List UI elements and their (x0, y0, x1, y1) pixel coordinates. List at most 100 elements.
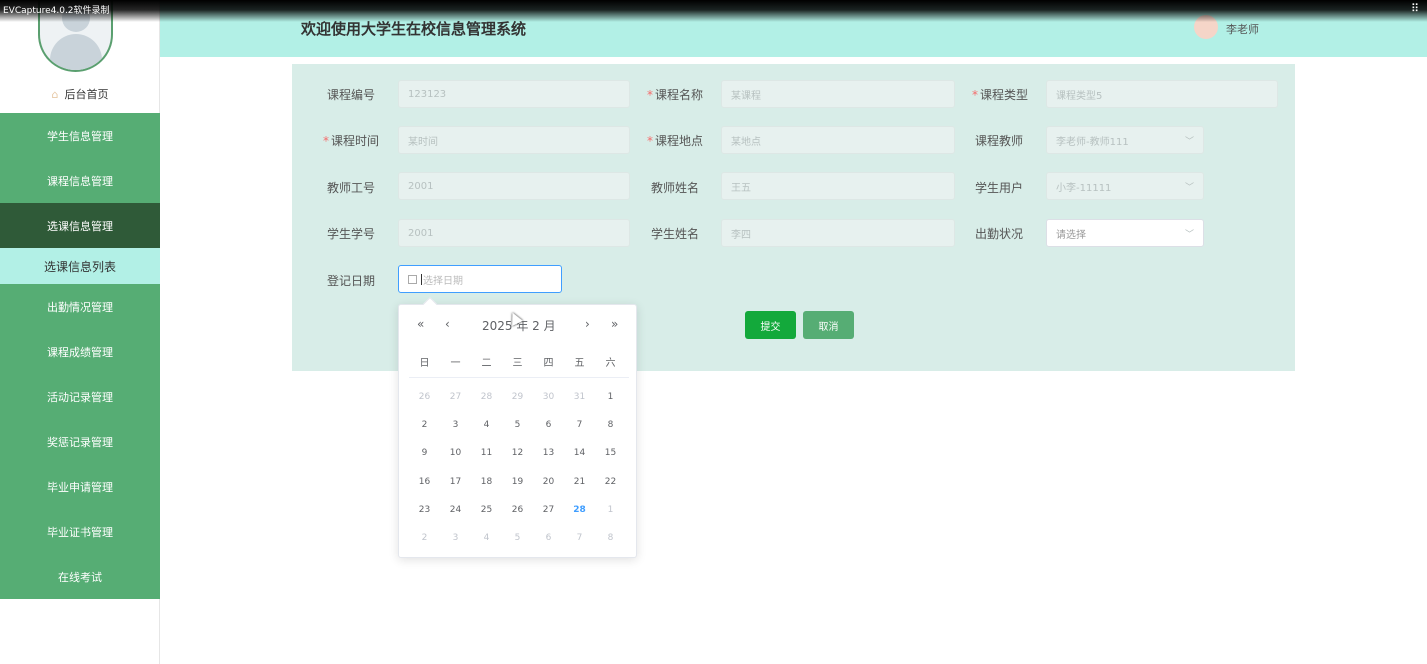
reg-date-placeholder: 选择日期 (423, 275, 463, 287)
course-time-label: * 课程时间 (323, 132, 379, 149)
day-cell[interactable]: 4 (471, 533, 502, 543)
day-cell[interactable]: 21 (564, 477, 595, 487)
weekday: 二 (481, 358, 492, 369)
user-name[interactable]: 李老师 (1226, 21, 1259, 37)
sidebar-item-attendance[interactable]: 出勤情况管理 (0, 284, 160, 329)
day-grid: 26 27 28 29 30 31 1 2 3 4 5 6 7 8 9 10 11 12 13 14 15 16 17 18 1… (409, 383, 629, 552)
day-cell[interactable]: 7 (564, 533, 595, 543)
course-teacher-value: 李老师-教师111 (1056, 136, 1129, 148)
day-cell[interactable]: 5 (502, 420, 533, 430)
day-row: 2345678 (409, 524, 629, 552)
sidebar-item-home[interactable]: ⌂ 后台首页 (0, 78, 160, 110)
teacher-no-field[interactable]: 2001 (398, 172, 630, 200)
student-name-value: 李四 (731, 229, 751, 241)
sidebar-item-course-selection[interactable]: 选课信息管理 (0, 203, 160, 248)
calendar-icon (408, 274, 417, 284)
day-cell[interactable]: 14 (564, 448, 595, 458)
course-type-label-text: 课程类型 (980, 88, 1029, 102)
attendance-select[interactable]: 请选择 ﹀ (1046, 219, 1204, 247)
day-cell[interactable]: 10 (440, 448, 471, 458)
day-cell[interactable]: 29 (502, 392, 533, 402)
submit-button[interactable]: 提交 (745, 311, 796, 339)
day-cell[interactable]: 24 (440, 505, 471, 515)
course-type-field[interactable]: 课程类型5 (1046, 80, 1278, 108)
day-cell[interactable]: 31 (564, 392, 595, 402)
course-place-label: * 课程地点 (647, 132, 703, 149)
required-mark: * (972, 88, 978, 102)
course-no-field[interactable]: 123123 (398, 80, 630, 108)
day-cell[interactable]: 28 (564, 505, 595, 515)
sidebar-item-activities[interactable]: 活动记录管理 (0, 374, 160, 419)
sidebar-item-graduation-cert[interactable]: 毕业证书管理 (0, 509, 160, 554)
teacher-no-value: 2001 (408, 180, 434, 192)
day-cell[interactable]: 8 (595, 533, 626, 543)
sidebar-item-grades[interactable]: 课程成绩管理 (0, 329, 160, 374)
day-cell[interactable]: 16 (409, 477, 440, 487)
course-place-value: 某地点 (731, 136, 761, 148)
day-cell[interactable]: 8 (595, 420, 626, 430)
course-place-field[interactable]: 某地点 (721, 126, 955, 154)
day-cell[interactable]: 22 (595, 477, 626, 487)
next-month-button[interactable]: › (585, 317, 590, 331)
day-cell[interactable]: 27 (440, 392, 471, 402)
capture-label: EVCapture4.0.2软件录制 (3, 6, 110, 16)
student-no-value: 2001 (408, 227, 434, 239)
day-cell[interactable]: 2 (409, 533, 440, 543)
student-no-field[interactable]: 2001 (398, 219, 630, 247)
course-no-label: 课程编号 (327, 88, 376, 102)
day-cell[interactable]: 6 (533, 420, 564, 430)
day-cell[interactable]: 15 (595, 448, 626, 458)
day-cell[interactable]: 2 (409, 420, 440, 430)
day-cell[interactable]: 12 (502, 448, 533, 458)
day-cell[interactable]: 1 (595, 392, 626, 402)
day-cell[interactable]: 3 (440, 533, 471, 543)
day-cell[interactable]: 9 (409, 448, 440, 458)
day-cell[interactable]: 11 (471, 448, 502, 458)
day-cell[interactable]: 17 (440, 477, 471, 487)
next-year-button[interactable]: » (611, 317, 618, 331)
day-cell[interactable]: 19 (502, 477, 533, 487)
day-cell[interactable]: 5 (502, 533, 533, 543)
student-name-field[interactable]: 李四 (721, 219, 955, 247)
day-cell[interactable]: 27 (533, 505, 564, 515)
day-cell[interactable]: 13 (533, 448, 564, 458)
home-icon: ⌂ (51, 87, 59, 101)
day-cell[interactable]: 25 (471, 505, 502, 515)
student-user-value: 小李-11111 (1056, 182, 1112, 194)
chevron-down-icon: ﹀ (1184, 182, 1194, 193)
day-cell[interactable]: 1 (595, 505, 626, 515)
course-name-field[interactable]: 某课程 (721, 80, 955, 108)
day-cell[interactable]: 18 (471, 477, 502, 487)
prev-year-button[interactable]: « (417, 317, 424, 331)
course-teacher-select[interactable]: 李老师-教师111 ﹀ (1046, 126, 1204, 154)
sidebar-item-course-info[interactable]: 课程信息管理 (0, 158, 160, 203)
sidebar-item-online-exam[interactable]: 在线考试 (0, 554, 160, 599)
day-cell[interactable]: 23 (409, 505, 440, 515)
weekday: 五 (574, 358, 585, 369)
sidebar-subitem-course-selection-list[interactable]: 选课信息列表 (0, 248, 160, 284)
day-cell[interactable]: 28 (471, 392, 502, 402)
day-cell[interactable]: 4 (471, 420, 502, 430)
day-cell[interactable]: 30 (533, 392, 564, 402)
grip-icon[interactable]: ⠿ (1411, 2, 1419, 15)
teacher-name-field[interactable]: 王五 (721, 172, 955, 200)
attendance-label: 出勤状况 (975, 227, 1024, 241)
day-cell[interactable]: 26 (502, 505, 533, 515)
required-mark: * (323, 134, 329, 148)
sidebar-item-label: 后台首页 (64, 88, 109, 101)
day-cell[interactable]: 7 (564, 420, 595, 430)
sidebar-item-student-info[interactable]: 学生信息管理 (0, 113, 160, 158)
reg-date-input[interactable]: 选择日期 (398, 265, 562, 293)
day-cell[interactable]: 6 (533, 533, 564, 543)
course-time-field[interactable]: 某时间 (398, 126, 630, 154)
student-user-select[interactable]: 小李-11111 ﹀ (1046, 172, 1204, 200)
teacher-name-label: 教师姓名 (651, 181, 700, 195)
day-cell[interactable]: 3 (440, 420, 471, 430)
day-cell[interactable]: 26 (409, 392, 440, 402)
sidebar-item-rewards[interactable]: 奖惩记录管理 (0, 419, 160, 464)
avatar-body (50, 34, 102, 70)
prev-month-button[interactable]: ‹ (445, 317, 450, 331)
sidebar-item-graduation-apply[interactable]: 毕业申请管理 (0, 464, 160, 509)
cancel-button[interactable]: 取消 (803, 311, 854, 339)
day-cell[interactable]: 20 (533, 477, 564, 487)
